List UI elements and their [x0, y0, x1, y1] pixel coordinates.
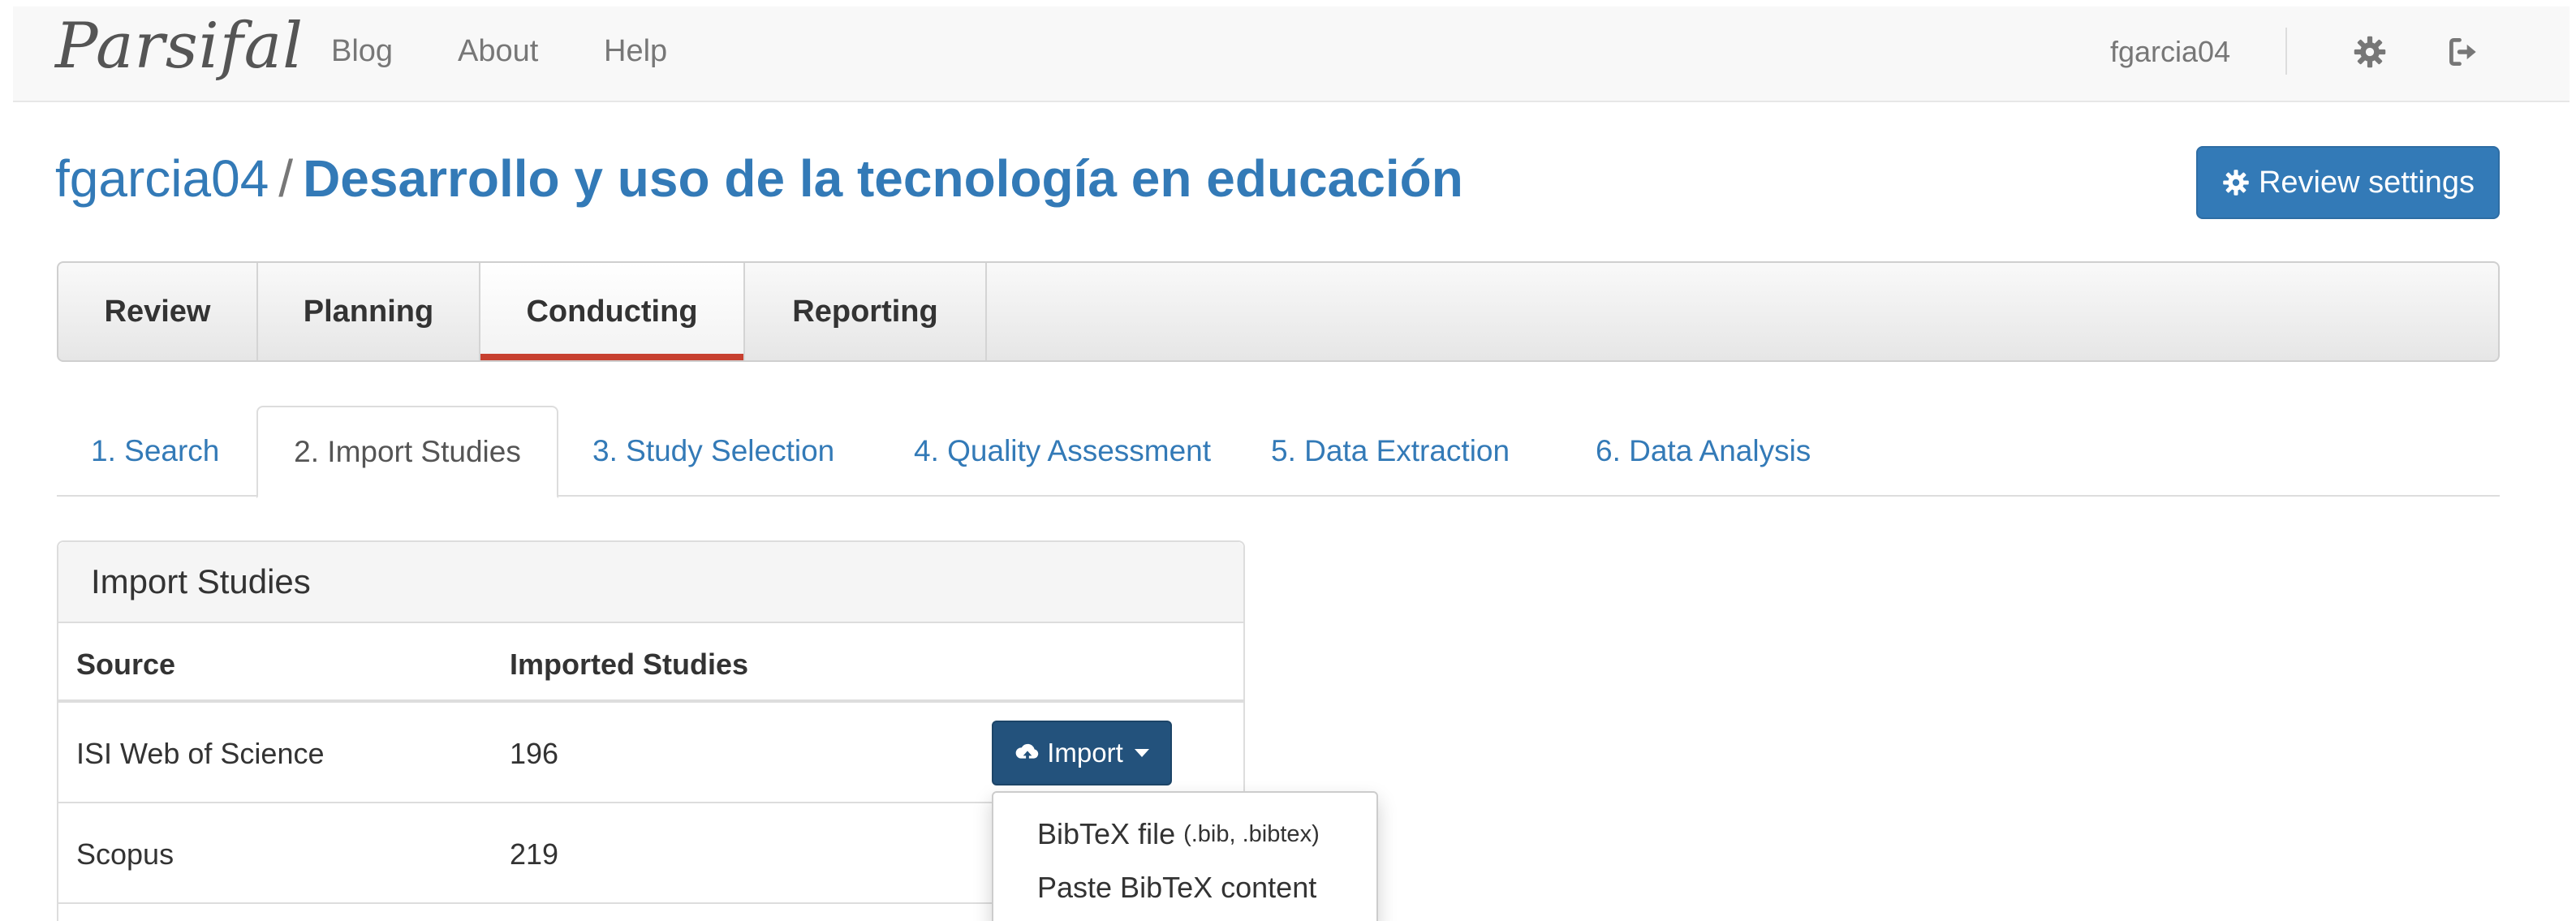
tab-review[interactable]: Review — [58, 263, 258, 360]
title-separator: / — [278, 149, 294, 208]
title-username-link[interactable]: fgarcia04 — [55, 149, 269, 208]
caret-down-icon — [1134, 749, 1149, 757]
sign-out-icon[interactable] — [2446, 34, 2482, 70]
nav-link-help[interactable]: Help — [604, 36, 667, 67]
main-tabs: Review Planning Conducting Reporting — [57, 261, 2500, 362]
tab-planning[interactable]: Planning — [258, 263, 480, 360]
gear-icon — [2223, 170, 2249, 196]
menu-item-hint: (.bib, .bibtex) — [1183, 820, 1320, 847]
subtab-data-analysis[interactable]: 6. Data Analysis — [1596, 406, 1811, 497]
nav-username[interactable]: fgarcia04 — [2110, 37, 2230, 67]
cloud-upload-icon — [1015, 743, 1039, 762]
imported-count: 219 — [510, 837, 559, 871]
menu-item-label: BibTeX file — [1037, 817, 1176, 850]
title-review-name[interactable]: Desarrollo y uso de la tecnología en edu… — [303, 149, 1463, 208]
subtab-search[interactable]: 1. Search — [91, 406, 219, 497]
page-title: fgarcia04/Desarrollo y uso de la tecnolo… — [55, 153, 1463, 204]
imported-count: 196 — [510, 737, 559, 770]
conducting-sub-tabs: 1. Search 2. Import Studies 3. Study Sel… — [57, 406, 2500, 498]
menu-item-label: Paste BibTeX content — [1037, 871, 1317, 904]
tab-reporting[interactable]: Reporting — [745, 263, 987, 360]
import-button[interactable]: Import — [992, 721, 1172, 785]
tab-conducting[interactable]: Conducting — [480, 263, 745, 360]
import-button-label: Import — [1047, 738, 1123, 768]
table-header: Source Imported Studies — [58, 623, 1243, 703]
subtab-study-selection[interactable]: 3. Study Selection — [592, 406, 834, 497]
column-header-source: Source — [76, 648, 176, 681]
table-row: ISI Web of Science 196 Import — [58, 703, 1243, 803]
menu-item-paste-bibtex[interactable]: Paste BibTeX content — [993, 861, 1376, 915]
panel-heading: Import Studies — [58, 542, 1243, 623]
column-header-imported-studies: Imported Studies — [510, 648, 749, 681]
subtab-data-extraction[interactable]: 5. Data Extraction — [1271, 406, 1510, 497]
review-settings-button[interactable]: Review settings — [2196, 146, 2500, 219]
nav-divider — [2285, 28, 2287, 75]
review-settings-label: Review settings — [2258, 165, 2475, 200]
nav-link-blog[interactable]: Blog — [331, 36, 393, 67]
menu-item-bibtex-file[interactable]: BibTeX file (.bib, .bibtex) — [993, 807, 1376, 861]
top-navbar: Parsifal Blog About Help fgarcia04 — [13, 6, 2570, 102]
gear-icon[interactable] — [2352, 34, 2388, 70]
source-name: ISI Web of Science — [76, 737, 325, 770]
subtab-quality-assessment[interactable]: 4. Quality Assessment — [914, 406, 1211, 497]
import-dropdown-menu: BibTeX file (.bib, .bibtex) Paste BibTeX… — [992, 791, 1378, 921]
nav-link-about[interactable]: About — [458, 36, 538, 67]
brand-logo[interactable]: Parsifal — [55, 15, 304, 78]
source-name: Scopus — [76, 837, 174, 871]
subtab-import-studies[interactable]: 2. Import Studies — [256, 406, 558, 498]
